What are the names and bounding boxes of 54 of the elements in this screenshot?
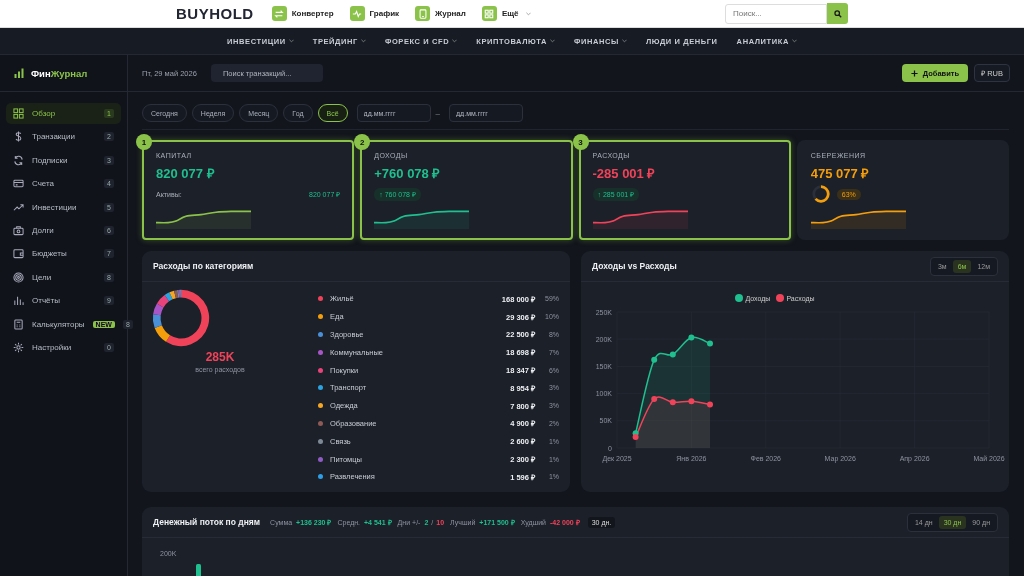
search-icon: [833, 9, 842, 18]
panel-title: Доходы vs Расходы: [592, 261, 677, 271]
card-value: -285 001 ₽: [592, 165, 657, 182]
data-point: [651, 356, 658, 363]
donut-slice: [154, 325, 171, 342]
panel-title: Денежный поток по дням: [153, 517, 261, 527]
panel-title: Расходы по категориям: [153, 261, 254, 271]
data-point: [707, 340, 713, 347]
card-value: 820 077 ₽: [156, 165, 216, 182]
app-brand: ФинЖурнал: [31, 67, 88, 79]
progress-ring: [810, 184, 831, 204]
search-button[interactable]: [827, 3, 848, 24]
data-point: [688, 398, 695, 405]
donut-slice: [164, 292, 173, 302]
bar-chart-icon: [14, 68, 24, 78]
top-link[interactable]: График: [369, 9, 400, 18]
donut-slice: [153, 303, 164, 316]
camera-icon: [13, 224, 24, 236]
top-link[interactable]: Ещё: [501, 9, 519, 18]
step-badge: 2: [354, 134, 371, 150]
top-link[interactable]: Журнал: [435, 9, 466, 18]
data-point: [651, 396, 658, 403]
wallet-icon: [13, 248, 24, 260]
bar-chart-icon: [13, 295, 24, 307]
card-value: +760 078 ₽: [374, 165, 442, 182]
step-badge: 3: [572, 134, 589, 150]
trend-icon: [13, 201, 24, 213]
date-separator: –: [435, 108, 441, 118]
logo[interactable]: BUYHOLD: [176, 5, 254, 22]
plus-icon: [910, 69, 918, 77]
search-field[interactable]: Поиск...: [725, 3, 827, 24]
grid-icon: [13, 108, 24, 119]
calculator-icon: [13, 318, 24, 330]
tablet-icon[interactable]: [415, 6, 431, 21]
donut-slice: [152, 314, 162, 328]
top-link[interactable]: Конвертер: [291, 9, 334, 18]
dollar-icon: [13, 131, 24, 143]
donut-slice: [165, 289, 210, 347]
swap-icon[interactable]: [271, 6, 287, 21]
data-point: [669, 351, 676, 358]
grid-icon[interactable]: [481, 6, 497, 21]
data-point: [688, 334, 695, 341]
data-point: [707, 401, 713, 408]
card-value: 475 077 ₽: [810, 165, 871, 182]
refresh-icon: [13, 154, 24, 166]
data-point: [669, 399, 676, 406]
step-badge: 1: [136, 134, 152, 150]
settings-icon: [13, 341, 24, 353]
total-value: 285K: [205, 350, 235, 364]
donut-slice: [156, 295, 170, 308]
target-icon: [13, 271, 24, 283]
donut-slice: [169, 290, 176, 300]
card-icon: [13, 178, 24, 190]
pulse-icon[interactable]: [349, 6, 365, 21]
